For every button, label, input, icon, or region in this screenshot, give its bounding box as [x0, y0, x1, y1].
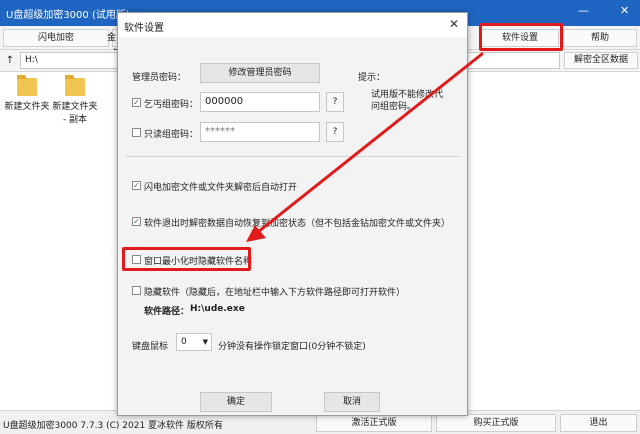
register-button[interactable]: 激活正式版	[316, 414, 432, 432]
readonly-password-label: 只读组密码：	[144, 130, 199, 140]
file-name: 新建文件夹	[4, 102, 50, 112]
decrypt-all-button[interactable]: 解密全区数据	[564, 52, 638, 69]
divider	[126, 156, 460, 157]
window-title: U盘超级加密3000 (试用版)	[6, 10, 130, 21]
readonly-password-field[interactable]: ******	[200, 122, 320, 142]
dialog-close-icon[interactable]: ✕	[449, 17, 459, 31]
folder-icon	[65, 75, 85, 96]
cancel-button[interactable]: 取消	[324, 392, 380, 412]
restore-encryption-label: 软件退出时解密数据自动恢复到加密状态（但不包括金钻加密文件或文件夹）	[144, 219, 451, 229]
folder-icon	[17, 75, 37, 96]
highlight-settings-box	[479, 23, 563, 51]
chevron-down-icon: ▼	[202, 338, 208, 346]
hint-label: 提示：	[358, 73, 386, 83]
dialog-title: 软件设置	[124, 23, 164, 34]
copyright-text: U盘超级加密3000 7.7.3 (C) 2021 夏冰软件 版权所有	[3, 421, 223, 431]
hide-software-checkbox[interactable]	[132, 286, 141, 295]
exit-button[interactable]: 退出	[560, 414, 637, 432]
list-item[interactable]: 新建文件夹	[2, 75, 52, 112]
lock-suffix-text: 分钟没有操作锁定窗口(0分钟不锁定)	[218, 342, 366, 352]
readonly-help-button[interactable]: ?	[326, 122, 344, 142]
list-item[interactable]: 新建文件夹 - 副本	[50, 75, 100, 125]
help-button[interactable]: 帮助	[563, 29, 637, 47]
settings-dialog: 软件设置 ✕ 管理员密码： 修改管理员密码 提示： 试用版不能修改代问组密码。 …	[117, 12, 468, 416]
buy-button[interactable]: 购买正式版	[436, 414, 556, 432]
beggar-password-field[interactable]: 000000	[200, 92, 320, 112]
auto-open-checkbox[interactable]: ✓	[132, 181, 141, 190]
hide-software-label: 隐藏软件（隐藏后，在地址栏中输入下方软件路径即可打开软件）	[144, 288, 406, 298]
flash-encrypt-button[interactable]: 闪电加密	[3, 29, 109, 47]
change-admin-password-button[interactable]: 修改管理员密码	[200, 63, 320, 83]
admin-password-label: 管理员密码：	[132, 73, 187, 83]
hint-text: 试用版不能修改代问组密码。	[371, 90, 444, 112]
beggar-password-checkbox[interactable]: ✓	[132, 98, 141, 107]
software-path-label: 软件路径：	[144, 307, 190, 317]
auto-open-label: 闪电加密文件或文件夹解密后自动打开	[144, 183, 298, 193]
lock-minutes-select[interactable]: 0 ▼	[176, 333, 212, 351]
dialog-titlebar: 软件设置 ✕	[118, 13, 467, 37]
file-name: 新建文件夹 - 副本	[52, 102, 98, 125]
minimize-icon[interactable]: —	[578, 4, 589, 17]
restore-encryption-checkbox[interactable]: ✓	[132, 217, 141, 226]
beggar-password-label: 乞丐组密码：	[144, 100, 199, 110]
software-path-value: H:\ude.exe	[190, 304, 245, 314]
highlight-hide-option-box	[122, 247, 251, 271]
up-arrow-icon[interactable]: ↑	[2, 52, 18, 69]
ok-button[interactable]: 确定	[200, 392, 272, 412]
readonly-password-checkbox[interactable]	[132, 128, 141, 137]
lock-label: 键盘鼠标	[132, 342, 169, 352]
lock-minutes-value: 0	[181, 337, 187, 347]
beggar-help-button[interactable]: ?	[326, 92, 344, 112]
close-icon[interactable]: ✕	[620, 4, 629, 17]
